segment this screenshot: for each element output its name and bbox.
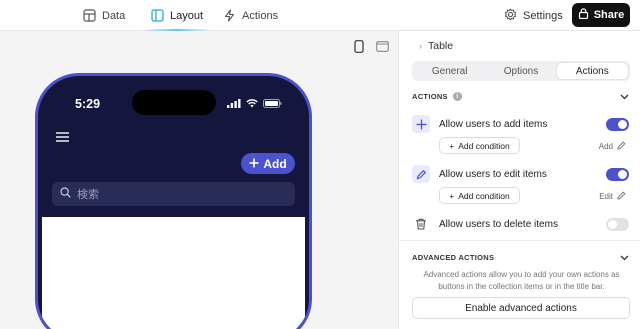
layout-icon <box>150 9 164 23</box>
pencil-icon <box>617 141 626 152</box>
edit-condition-label: Add condition <box>458 190 510 201</box>
allow-edit-toggle[interactable] <box>606 167 629 181</box>
advanced-section-header[interactable]: ADVANCED ACTIONS <box>412 253 494 262</box>
trash-icon <box>412 215 430 233</box>
add-action-link[interactable]: Add <box>599 141 626 152</box>
advanced-description: Advanced actions allow you to add your o… <box>423 270 620 291</box>
lock-icon <box>578 8 589 22</box>
allow-add-toggle[interactable] <box>606 117 629 131</box>
pencil-icon <box>617 191 626 202</box>
search-placeholder: 検索 <box>77 189 99 201</box>
add-action-label: Add <box>598 142 613 151</box>
allow-edit-row: Allow users to edit items <box>412 164 630 184</box>
add-item-label: Add <box>263 156 287 171</box>
plus-icon <box>412 115 430 133</box>
chevron-right-icon: › <box>419 41 422 51</box>
phone-screen: 5:29 Add 検索 <box>42 80 305 329</box>
allow-delete-row: Allow users to delete items <box>412 214 630 234</box>
add-item-button[interactable]: Add <box>241 153 295 174</box>
status-icons <box>227 99 282 111</box>
search-input[interactable]: 検索 <box>52 182 295 206</box>
edit-action-label: Edit <box>599 192 613 201</box>
gear-icon <box>504 8 517 24</box>
allow-delete-toggle[interactable] <box>606 217 629 231</box>
plus-icon: + <box>449 190 455 201</box>
search-icon <box>60 187 71 201</box>
dynamic-island <box>132 90 216 115</box>
tab-layout-label: Layout <box>170 9 204 22</box>
edit-condition-button[interactable]: + Add condition <box>439 187 520 204</box>
lightning-icon <box>222 9 236 23</box>
segment-actions[interactable]: Actions <box>556 63 628 79</box>
share-button[interactable]: Share <box>572 3 630 27</box>
segment-general[interactable]: General <box>414 63 485 79</box>
chevron-down-icon[interactable] <box>620 91 629 103</box>
allow-add-label: Allow users to add items <box>439 118 548 130</box>
tab-data[interactable]: Data <box>82 0 125 31</box>
plus-icon: + <box>449 140 455 151</box>
properties-panel: › Table General Options Actions ACTIONS … <box>398 31 640 329</box>
edit-action-link[interactable]: Edit <box>599 191 626 202</box>
breadcrumb[interactable]: › Table <box>419 40 453 52</box>
share-label: Share <box>593 9 625 21</box>
breadcrumb-label: Table <box>428 40 454 52</box>
phone-preview: 5:29 Add 検索 <box>35 73 312 329</box>
segmented-control: General Options Actions <box>412 61 630 81</box>
battery-icon <box>263 99 282 111</box>
plus-icon <box>249 157 259 171</box>
signal-icon <box>227 99 241 111</box>
section-divider <box>399 240 640 241</box>
wifi-icon <box>246 99 258 111</box>
allow-add-row: Allow users to add items <box>412 114 630 134</box>
enable-advanced-button[interactable]: Enable advanced actions <box>412 297 630 319</box>
phone-preview-icon[interactable] <box>354 40 364 56</box>
tablet-preview-icon[interactable] <box>376 41 389 55</box>
actions-section-header[interactable]: ACTIONS i <box>412 92 462 101</box>
advanced-header-label: ADVANCED ACTIONS <box>412 253 495 262</box>
tab-actions[interactable]: Actions <box>222 0 278 31</box>
allow-edit-label: Allow users to edit items <box>439 168 547 180</box>
top-bar: Data Layout Actions Settings Share <box>0 0 640 31</box>
settings-button[interactable]: Settings <box>504 0 563 31</box>
chevron-down-icon[interactable] <box>620 252 629 264</box>
pencil-icon <box>412 165 430 183</box>
table-icon <box>82 9 96 23</box>
tab-layout[interactable]: Layout <box>142 0 212 31</box>
add-condition-button[interactable]: + Add condition <box>439 137 520 154</box>
info-icon[interactable]: i <box>452 92 462 101</box>
menu-icon[interactable] <box>56 132 69 145</box>
settings-label: Settings <box>523 9 563 22</box>
allow-delete-label: Allow users to delete items <box>439 218 558 230</box>
tab-data-label: Data <box>102 9 126 22</box>
status-time: 5:29 <box>75 97 101 111</box>
add-condition-label: Add condition <box>458 140 510 151</box>
phone-content-area <box>42 217 305 329</box>
tab-actions-label: Actions <box>242 9 279 22</box>
segment-options[interactable]: Options <box>485 63 556 79</box>
actions-header-label: ACTIONS <box>412 92 448 101</box>
